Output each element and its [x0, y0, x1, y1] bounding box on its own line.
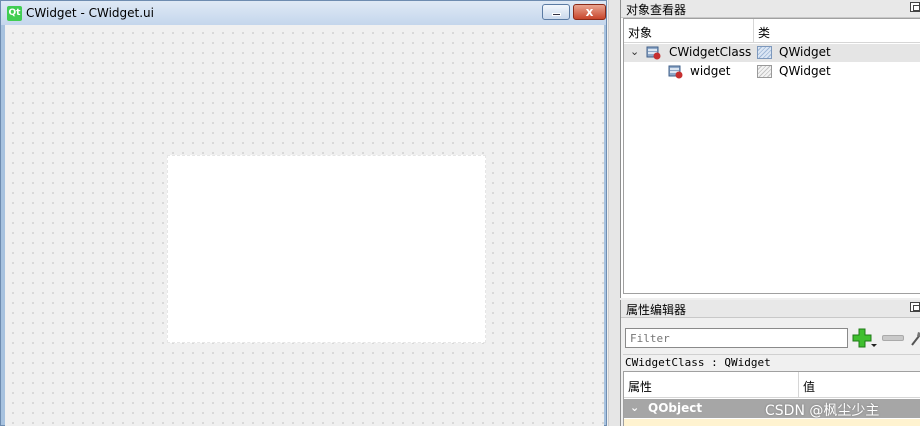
splitter-handle[interactable]	[608, 0, 620, 426]
wrench-icon[interactable]	[910, 330, 920, 346]
child-widget[interactable]	[167, 155, 486, 343]
column-header-class-label: 类	[758, 26, 771, 40]
form-canvas[interactable]	[5, 25, 604, 426]
object-tree: 对象 类 ⌄ CWidgetClass QWidget widget QWidg…	[623, 18, 920, 294]
property-row[interactable]	[624, 419, 920, 426]
property-editor-header: 属性编辑器	[621, 300, 920, 318]
float-icon[interactable]	[910, 302, 920, 312]
form-window: Qt CWidget - CWidget.ui x	[0, 0, 607, 426]
watermark: CSDN @枫尘少主	[765, 403, 880, 419]
column-header-property-label: 属性	[628, 380, 653, 394]
column-header-object-label: 对象	[628, 26, 653, 40]
close-icon: x	[585, 5, 594, 19]
qwidget-class-icon	[757, 46, 772, 59]
widget-object-icon	[668, 65, 683, 79]
tree-row-name: widget	[690, 64, 731, 78]
object-inspector-title: 对象查看器	[626, 3, 687, 17]
property-editor-panel: 属性编辑器 CWidgetClass : QWidget 属性 值 ⌄ QObj…	[620, 300, 920, 426]
class-caption: CWidgetClass : QWidget	[623, 354, 920, 370]
qwidget-class-icon	[757, 65, 772, 78]
tree-row-widget[interactable]: widget QWidget	[624, 63, 920, 81]
minimize-button[interactable]	[542, 4, 570, 20]
form-titlebar[interactable]: Qt CWidget - CWidget.ui x	[1, 1, 606, 25]
tree-row-class: QWidget	[779, 64, 831, 78]
property-group-name: QObject	[648, 401, 703, 415]
object-inspector-panel: 对象查看器 对象 类 ⌄ CWidgetClass QWidget widget…	[620, 0, 920, 298]
tree-row-class: QWidget	[779, 45, 831, 59]
column-header-value[interactable]: 值	[799, 372, 920, 398]
column-header-class[interactable]: 类	[754, 19, 920, 43]
property-editor-title: 属性编辑器	[626, 303, 687, 317]
chevron-down-icon[interactable]: ⌄	[630, 45, 639, 58]
widget-object-icon	[646, 46, 661, 60]
tree-row-name: CWidgetClass	[669, 45, 752, 59]
column-header-value-label: 值	[803, 380, 816, 394]
filter-toolbar	[623, 322, 920, 352]
close-button[interactable]: x	[573, 4, 606, 20]
column-header-object[interactable]: 对象	[624, 19, 754, 43]
tree-row-cwidgetclass[interactable]: ⌄ CWidgetClass QWidget	[624, 44, 920, 62]
add-property-button[interactable]	[851, 327, 877, 349]
column-header-property[interactable]: 属性	[624, 372, 799, 398]
qt-logo-icon: Qt	[7, 6, 22, 21]
filter-input[interactable]	[625, 328, 848, 348]
object-inspector-header: 对象查看器	[621, 0, 920, 18]
remove-property-button[interactable]	[882, 335, 904, 341]
float-icon[interactable]	[910, 2, 920, 12]
form-window-title: CWidget - CWidget.ui	[26, 6, 154, 20]
chevron-down-icon[interactable]: ⌄	[630, 401, 639, 414]
minimize-icon	[552, 13, 561, 16]
